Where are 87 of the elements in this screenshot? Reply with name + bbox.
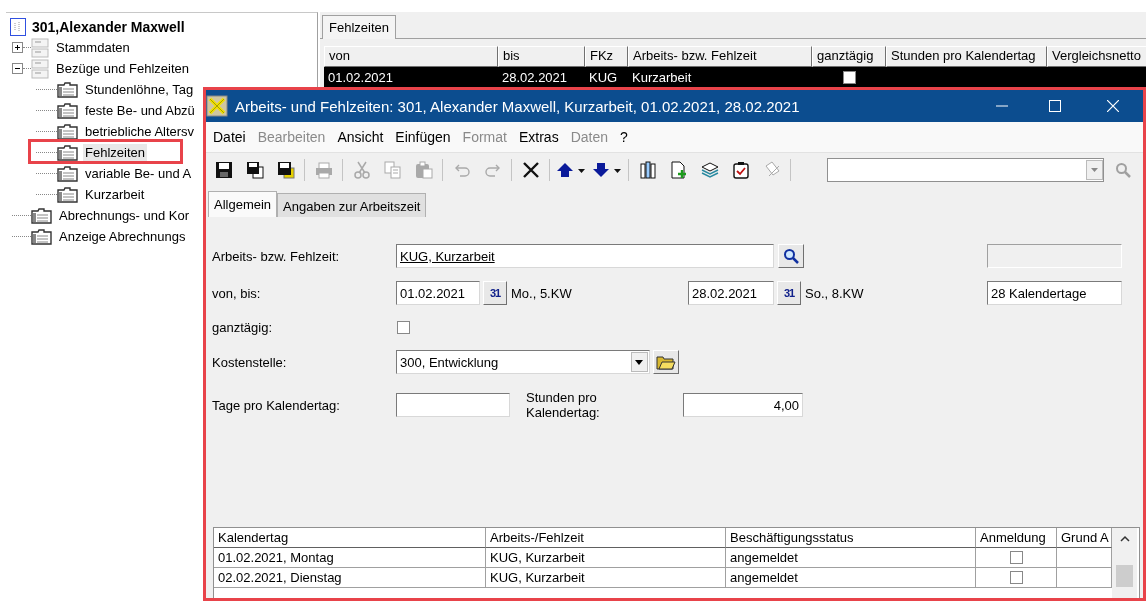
calendar-button[interactable]: 31 [777,281,801,305]
column-header[interactable]: Arbeits-/Fehlzeit [486,528,726,548]
table-cell: angemeldet [726,568,976,588]
window-title: Arbeits- und Fehlzeiten: 301, Alexander Maxwell, Kurzarbeit, 01.02.2021, 28.02.2021 [235,97,800,115]
tree-item[interactable]: feste Be- und Abzü [83,102,197,119]
down-arrow-icon[interactable] [592,160,622,179]
folder-stack-icon [31,58,49,79]
table-cell: 01.02.2021, Montag [214,548,486,568]
table-cell-text: KUG [588,69,619,85]
tab[interactable]: Angaben zur Arbeitszeit [277,193,427,217]
week-label: So., 8.KW [805,285,864,301]
checklist-icon[interactable] [731,160,750,179]
tree-item[interactable]: Bezüge und Fehlzeiten [54,60,191,77]
tree-item[interactable]: Stammdaten [54,39,132,56]
tree-item[interactable]: betriebliche Altersv [83,123,197,140]
tree-root-label[interactable]: 301,Alexander Maxwell [32,18,185,35]
column-header[interactable]: ganztägig [812,46,886,67]
delete-icon[interactable] [521,160,540,179]
checkbox[interactable] [842,70,856,84]
dropdown[interactable]: 300, Entwicklung [396,350,650,374]
menu-item[interactable]: Ansicht [331,129,390,145]
tree-item[interactable]: Fehlzeiten [83,144,147,161]
expand-toggle[interactable] [12,63,23,74]
column-header[interactable]: bis [498,46,585,67]
menu-item[interactable]: ? [614,129,634,145]
tree-item[interactable]: Kurzarbeit [83,186,147,203]
text-field[interactable]: 28.02.2021 [688,281,774,305]
table-cell-text: 28.02.2021 [501,69,569,85]
column-header[interactable]: Anmeldung [976,528,1057,548]
up-arrow-icon[interactable] [556,160,586,179]
maximize-icon [1049,100,1061,112]
scrollbar-thumb[interactable] [1116,565,1133,587]
table-cell: angemeldet [726,548,976,568]
checkbox[interactable] [1009,551,1023,564]
close-icon [1107,100,1119,112]
text-field[interactable] [396,393,510,417]
tree-item[interactable]: Anzeige Abrechnungs [57,228,188,245]
table-cell: KUG, Kurzarbeit [486,568,726,588]
field-label: von, bis: [212,285,262,301]
tab[interactable]: Fehlzeiten [322,15,396,39]
menu-item[interactable]: Datei [207,129,252,145]
table-cell-text: Kurzarbeit [631,69,693,85]
table-row[interactable]: 01.02.2021 28.02.2021 KUG Kurzarbeit [324,67,1146,87]
tree-item[interactable]: Abrechnungs- und Kor [57,207,192,224]
column-header[interactable]: FKz [585,46,628,67]
field-label: Tage pro Kalendertag: [212,397,341,413]
table-cell: KUG, Kurzarbeit [486,548,726,568]
column-header[interactable]: Vergleichsnetto [1047,46,1146,67]
field-label: Stunden pro Kalendertag: [526,390,601,420]
tray-stack-icon[interactable] [700,160,719,179]
tab[interactable]: Allgemein [208,191,278,217]
text-field[interactable]: KUG, Kurzarbeit [396,244,774,268]
open-folder-icon [656,354,676,370]
tree-item[interactable]: Stundenlöhne, Tag [83,81,196,98]
field-label: Kostenstelle: [212,354,288,370]
search-button[interactable] [778,244,804,268]
menu-item[interactable]: Extras [512,129,565,145]
field-label: ganztägig: [212,319,273,335]
column-header[interactable]: von [324,46,498,67]
menu-item[interactable]: Einfügen [389,129,457,145]
expand-toggle[interactable] [12,42,23,53]
readonly-field[interactable]: 28 Kalendertage [987,281,1122,305]
app-icon [206,95,228,117]
week-label: Mo., 5.KW [511,285,572,301]
folder-button[interactable] [653,350,679,374]
table-cell-text: 01.02.2021 [327,69,395,85]
checkbox[interactable] [397,320,410,334]
table-cell: 02.02.2021, Dienstag [214,568,486,588]
search-icon [783,248,799,264]
floppy-stack-icon[interactable] [276,160,295,179]
column-header[interactable]: Arbeits- bzw. Fehlzeit [628,46,812,67]
scroll-up-icon[interactable] [1119,535,1130,543]
binder-icon[interactable] [638,160,657,179]
column-header[interactable]: Beschäftigungsstatus [726,528,976,548]
combo-box[interactable] [827,157,1104,182]
text-field[interactable]: 4,00 [683,393,803,417]
folder-stack-icon [31,37,49,58]
checkbox[interactable] [1009,571,1023,584]
column-header[interactable]: Kalendertag [214,528,486,548]
column-header[interactable]: Stunden pro Kalendertag [886,46,1047,67]
account-icon [10,17,26,36]
calendar-button[interactable]: 31 [483,281,507,305]
tree-item[interactable]: variable Be- und A [83,165,194,182]
field-label: Arbeits- bzw. Fehlzeit: [212,248,341,264]
new-document-icon[interactable] [669,160,688,179]
text-field[interactable]: 01.02.2021 [396,281,480,305]
floppy-page-icon[interactable] [245,160,264,179]
